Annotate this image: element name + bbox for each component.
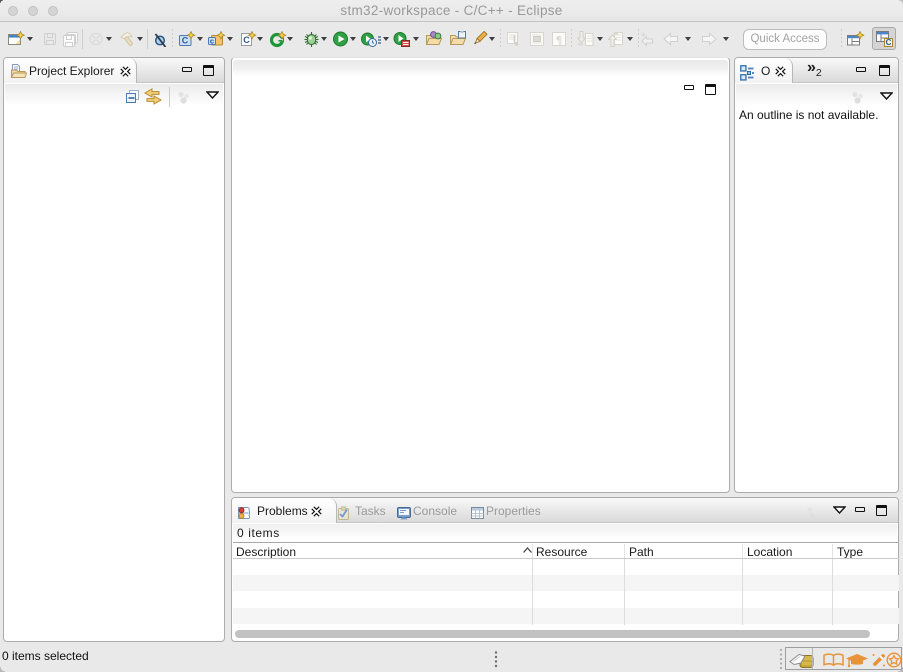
svg-text:C: C: [182, 36, 189, 46]
svg-text:c: c: [210, 36, 214, 45]
svg-text:C: C: [886, 38, 892, 47]
svg-text:¶: ¶: [556, 33, 562, 47]
svg-text:C: C: [243, 35, 250, 45]
